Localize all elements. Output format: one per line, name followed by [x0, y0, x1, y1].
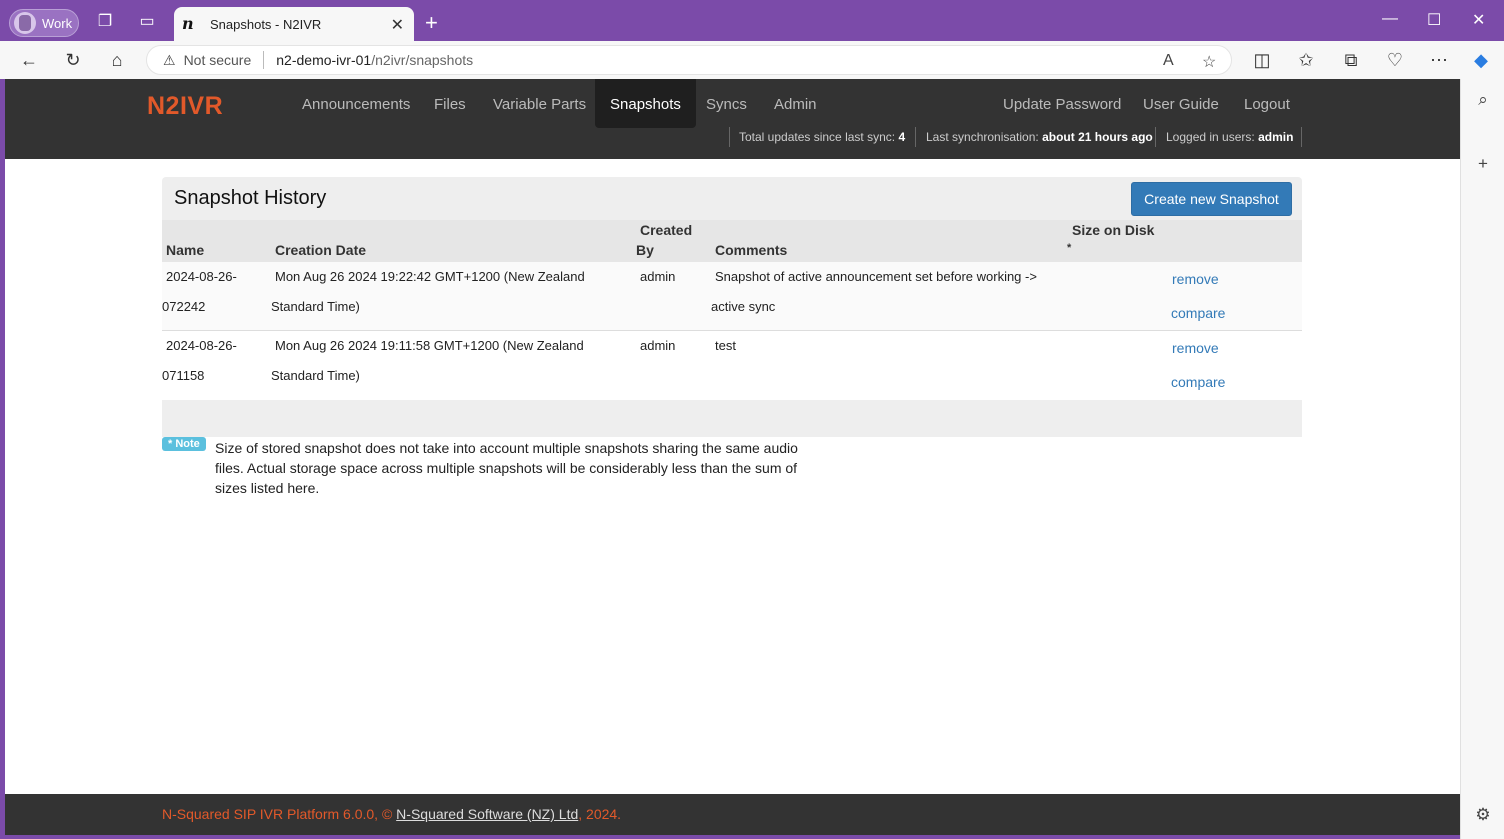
comment: Snapshot of active announcement set befo… — [715, 269, 1037, 284]
snapshot-name-cont: 071158 — [162, 368, 205, 383]
favorite-star-icon[interactable]: ☆ — [1202, 52, 1216, 72]
avatar — [14, 12, 36, 34]
header-comments[interactable]: Comments — [715, 242, 787, 258]
address-bar: ← ↻ ⌂ ⚠ Not secure n2-demo-ivr-01/n2ivr/… — [0, 41, 1504, 79]
compare-link[interactable]: compare — [1171, 305, 1225, 321]
url-host: n2-demo-ivr-01 — [276, 52, 372, 68]
header-size-footnote: * — [1067, 242, 1072, 254]
tab-strip: Work ❐ ▭ n Snapshots - N2IVR ✕ + — ☐ ✕ — [0, 0, 1504, 41]
brand-logo[interactable]: N2IVR — [147, 92, 223, 121]
copilot-icon[interactable]: ◆ — [1470, 49, 1492, 71]
more-options-icon[interactable]: ⋯ — [1428, 49, 1450, 71]
snapshot-name-cont: 072242 — [162, 299, 206, 314]
url-input[interactable]: ⚠ Not secure n2-demo-ivr-01/n2ivr/snapsh… — [146, 45, 1232, 75]
back-icon[interactable]: ← — [18, 49, 40, 71]
warning-icon: ⚠ — [163, 51, 176, 68]
comment: test — [715, 338, 736, 353]
footer-text: N-Squared SIP IVR Platform 6.0.0, © N-Sq… — [162, 806, 622, 822]
collections-icon[interactable]: ⧉ — [1340, 49, 1362, 71]
browser-essentials-icon[interactable]: ♡ — [1384, 49, 1406, 71]
table-row: 2024-08-26- 071158 Mon Aug 26 2024 19:11… — [162, 331, 1302, 400]
header-size-on-disk[interactable]: Size on Disk — [1072, 222, 1154, 238]
nav-logout[interactable]: Logout — [1244, 96, 1290, 113]
nav-user-guide[interactable]: User Guide — [1143, 96, 1219, 113]
profile-button[interactable]: Work — [9, 9, 79, 37]
created-by: admin — [640, 338, 676, 353]
read-aloud-icon[interactable]: A — [1163, 52, 1174, 70]
favorites-icon[interactable]: ✩ — [1295, 49, 1317, 71]
maximize-icon[interactable]: ☐ — [1427, 10, 1441, 30]
close-window-icon[interactable]: ✕ — [1472, 10, 1485, 30]
home-icon[interactable]: ⌂ — [106, 49, 128, 71]
header-created-by-2: By — [636, 242, 654, 258]
creation-date: Mon Aug 26 2024 19:22:42 GMT+1200 (New Z… — [275, 269, 585, 284]
table-header: Name Creation Date Created By Comments S… — [162, 220, 1302, 262]
security-label: Not secure — [183, 52, 252, 68]
remove-link[interactable]: remove — [1172, 340, 1219, 356]
search-icon[interactable]: ⌕ — [1472, 90, 1494, 112]
minimize-icon[interactable]: — — [1382, 10, 1398, 28]
note-badge: * Note — [162, 437, 206, 451]
snapshot-history-panel: Snapshot History Create new Snapshot Nam… — [162, 177, 1302, 437]
header-created-by[interactable]: Created — [640, 222, 692, 238]
tab-actions-icon[interactable]: ▭ — [137, 12, 157, 32]
page-content: N2IVR Announcements Files Variable Parts… — [5, 79, 1460, 835]
compare-link[interactable]: compare — [1171, 374, 1225, 390]
browser-window: Work ❐ ▭ n Snapshots - N2IVR ✕ + — ☐ ✕ ←… — [0, 0, 1504, 839]
tab-title: Snapshots - N2IVR — [210, 16, 322, 32]
profile-label: Work — [42, 15, 73, 31]
create-snapshot-button[interactable]: Create new Snapshot — [1131, 182, 1292, 216]
app-navbar: N2IVR Announcements Files Variable Parts… — [5, 79, 1460, 159]
panel-footer — [162, 400, 1302, 437]
creation-date: Mon Aug 26 2024 19:11:58 GMT+1200 (New Z… — [275, 338, 584, 353]
nav-variable-parts[interactable]: Variable Parts — [493, 96, 586, 113]
nav-snapshots[interactable]: Snapshots — [595, 79, 696, 128]
note-text: Size of stored snapshot does not take in… — [215, 440, 798, 496]
header-name[interactable]: Name — [166, 242, 204, 258]
page-title: Snapshot History — [174, 187, 327, 209]
creation-date-cont: Standard Time) — [271, 299, 360, 314]
workspaces-icon[interactable]: ❐ — [95, 12, 115, 32]
status-last-sync: Last synchronisation: about 21 hours ago — [926, 130, 1153, 144]
nav-files[interactable]: Files — [434, 96, 466, 113]
nav-update-password[interactable]: Update Password — [1003, 96, 1121, 113]
creation-date-cont: Standard Time) — [271, 368, 360, 383]
close-tab-icon[interactable]: ✕ — [391, 15, 404, 35]
url-path: /n2ivr/snapshots — [371, 52, 474, 68]
comment-cont: active sync — [711, 299, 776, 314]
nav-syncs[interactable]: Syncs — [706, 96, 747, 113]
status-updates: Total updates since last sync: 4 — [739, 130, 906, 144]
header-creation-date[interactable]: Creation Date — [275, 242, 366, 258]
refresh-icon[interactable]: ↻ — [62, 49, 84, 71]
snapshot-name: 2024-08-26- — [166, 269, 237, 284]
remove-link[interactable]: remove — [1172, 271, 1219, 287]
nav-announcements[interactable]: Announcements — [302, 96, 410, 113]
page-footer: N-Squared SIP IVR Platform 6.0.0, © N-Sq… — [5, 794, 1460, 835]
snapshot-name: 2024-08-26- — [166, 338, 237, 353]
created-by: admin — [640, 269, 676, 284]
favicon-icon: n — [182, 14, 194, 33]
tab-snapshots[interactable]: n Snapshots - N2IVR ✕ — [174, 7, 414, 41]
browser-sidebar: ⌕ + ⚙ — [1460, 79, 1504, 839]
nav-admin[interactable]: Admin — [774, 96, 817, 113]
table-row: 2024-08-26- 072242 Mon Aug 26 2024 19:22… — [162, 262, 1302, 331]
add-sidebar-icon[interactable]: + — [1472, 154, 1494, 176]
split-screen-icon[interactable]: ◫ — [1251, 49, 1273, 71]
company-link[interactable]: N-Squared Software (NZ) Ltd — [396, 806, 578, 822]
settings-gear-icon[interactable]: ⚙ — [1472, 805, 1494, 827]
status-logged-in-users: Logged in users: admin — [1166, 130, 1294, 144]
new-tab-icon[interactable]: + — [425, 10, 438, 36]
